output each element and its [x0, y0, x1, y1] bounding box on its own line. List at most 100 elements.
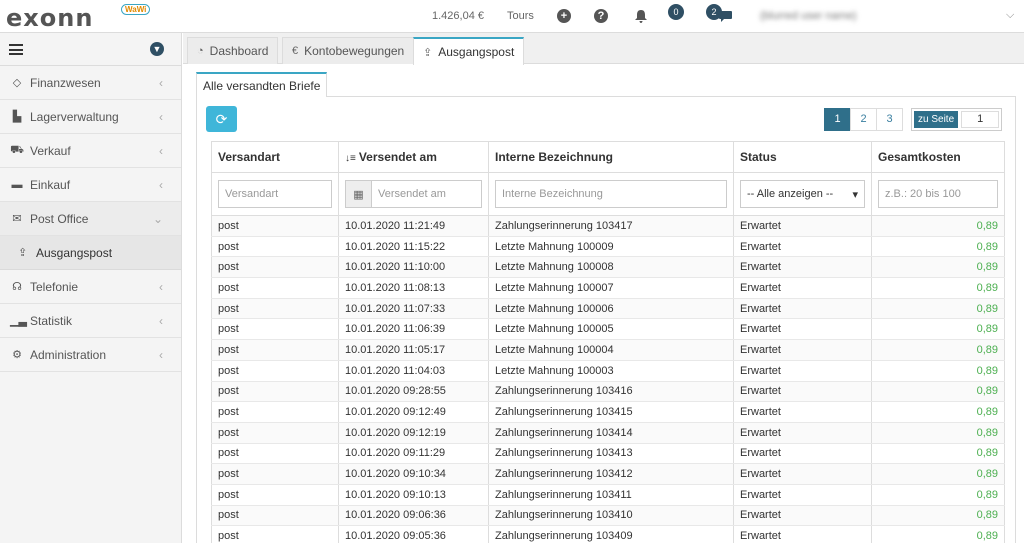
cell-status: Erwartet	[733, 463, 872, 485]
sidebar-item-administration[interactable]: ⚙ Administration ‹	[0, 338, 181, 372]
cell-gesamtkosten: 0,89	[871, 215, 1005, 237]
table-row[interactable]: post 10.01.2020 11:21:49 Zahlungserinnerun…	[211, 215, 1005, 237]
table-row[interactable]: post 10.01.2020 09:06:36 Zahlungserinnerun…	[211, 505, 1005, 527]
exonn-logo[interactable]: exonn WaWi	[6, 4, 151, 30]
tab-dashboard[interactable]: ◔ Dashboard	[187, 37, 279, 64]
chevron-left-icon: ‹	[159, 178, 163, 192]
plus-circle-icon[interactable]: +	[556, 8, 572, 24]
bell-icon[interactable]	[633, 8, 649, 24]
sidebar-item-statistik[interactable]: ▁▃ Statistik ‹	[0, 304, 181, 338]
sidebar-item-telefonie[interactable]: ☊ Telefonie ‹	[0, 270, 181, 304]
filter-bezeichnung-input[interactable]: Interne Bezeichnung	[495, 180, 727, 208]
sidebar-item-einkauf[interactable]: ▬ Einkauf ‹	[0, 168, 181, 202]
cell-status: Erwartet	[733, 277, 872, 299]
col-header-gesamtkosten[interactable]: Gesamtkosten	[871, 141, 1005, 173]
goto-page: zu Seite 1	[911, 108, 1003, 131]
refresh-icon: ⟳	[215, 111, 228, 127]
sidebar-item-lagerverwaltung[interactable]: ▙ Lagerverwaltung ‹	[0, 100, 181, 134]
panel-body: ⟳ 1 2 3 zu Seite 1 Versandart ↓≡ Versende…	[196, 96, 1016, 543]
cell-gesamtkosten: 0,89	[871, 422, 1005, 444]
table-row[interactable]: post 10.01.2020 09:10:13 Zahlungserinnerun…	[211, 484, 1005, 506]
cell-gesamtkosten: 0,89	[871, 236, 1005, 258]
cell-bezeichnung: Zahlungserinnerung 103416	[488, 381, 734, 403]
account-balance[interactable]: 1.426,04 €	[432, 10, 484, 22]
table-row[interactable]: post 10.01.2020 11:04:03 Letzte Mahnung 10…	[211, 360, 1005, 382]
chevron-left-icon: ‹	[159, 314, 163, 328]
table-row[interactable]: post 10.01.2020 11:05:17 Letzte Mahnung 10…	[211, 339, 1005, 361]
tasks-badge[interactable]: 0	[668, 4, 684, 20]
cell-bezeichnung: Letzte Mahnung 100009	[488, 236, 734, 258]
help-circle-icon[interactable]: ?	[593, 8, 609, 24]
cell-bezeichnung: Zahlungserinnerung 103409	[488, 525, 734, 543]
cell-status: Erwartet	[733, 381, 872, 403]
cell-status: Erwartet	[733, 318, 872, 341]
sidebar-item-verkauf[interactable]: ⛟ Verkauf ‹	[0, 134, 181, 168]
chevron-left-icon: ‹	[159, 280, 163, 294]
filter-status-select[interactable]: -- Alle anzeigen -- ▾	[740, 180, 865, 208]
tab-ausgangspost[interactable]: ⇪ Ausgangspost	[413, 37, 525, 65]
chevron-left-icon: ‹	[159, 110, 163, 124]
cell-status: Erwartet	[733, 298, 872, 320]
col-header-versandart[interactable]: Versandart	[211, 141, 339, 173]
table-row[interactable]: post 10.01.2020 11:06:39 Letzte Mahnung 10…	[211, 318, 1005, 341]
page-3-button[interactable]: 3	[876, 108, 903, 131]
refresh-button[interactable]: ⟳	[206, 106, 237, 132]
sidebar-item-finanzwesen[interactable]: ◇ Finanzwesen ‹	[0, 66, 181, 100]
cell-versendet-am: 10.01.2020 11:08:13	[338, 277, 489, 299]
table-row[interactable]: post 10.01.2020 09:12:19 Zahlungserinnerun…	[211, 422, 1005, 444]
sidebar-item-label: Telefonie	[30, 279, 79, 294]
tours-link[interactable]: Tours	[507, 10, 534, 22]
goto-page-button[interactable]: zu Seite	[914, 111, 959, 128]
cell-status: Erwartet	[733, 360, 872, 382]
sidebar-item-post-office[interactable]: ✉ Post Office ⌄	[0, 202, 181, 236]
col-header-status[interactable]: Status	[733, 141, 872, 173]
goto-page-input[interactable]: 1	[961, 111, 1000, 128]
chevron-left-icon: ‹	[159, 144, 163, 158]
headset-icon: ☊	[12, 281, 22, 293]
cell-bezeichnung: Zahlungserinnerung 103414	[488, 422, 734, 444]
page-2-button[interactable]: 2	[850, 108, 877, 131]
table-row[interactable]: post 10.01.2020 09:28:55 Zahlungserinnerun…	[211, 381, 1005, 403]
page-1-button[interactable]: 1	[824, 108, 851, 131]
table-row[interactable]: post 10.01.2020 09:12:49 Zahlungserinnerun…	[211, 401, 1005, 423]
filter-versendet-input[interactable]: ▦ Versendet am	[345, 180, 482, 208]
table-row[interactable]: post 10.01.2020 09:05:36 Zahlungserinnerun…	[211, 525, 1005, 543]
table-header-row: Versandart ↓≡ Versendet am Interne Bezeic…	[211, 141, 1005, 173]
table-row[interactable]: post 10.01.2020 09:11:29 Zahlungserinnerun…	[211, 443, 1005, 465]
cell-versendet-am: 10.01.2020 09:10:13	[338, 484, 489, 506]
cell-versandart: post	[211, 360, 339, 382]
tab-label: Dashboard	[209, 44, 269, 58]
sidebar-header: ▼	[0, 33, 181, 66]
table-row[interactable]: post 10.01.2020 11:07:33 Letzte Mahnung 10…	[211, 298, 1005, 320]
cell-bezeichnung: Zahlungserinnerung 103412	[488, 463, 734, 485]
chat-icon[interactable]	[717, 8, 733, 24]
chevron-left-icon: ‹	[159, 76, 163, 90]
filter-versandart-input[interactable]: Versandart	[218, 180, 332, 208]
sidebar-item-label: Statistik	[30, 313, 73, 328]
table-row[interactable]: post 10.01.2020 11:15:22 Letzte Mahnung 10…	[211, 236, 1005, 258]
cell-versandart: post	[211, 256, 339, 279]
sidebar-subitem-ausgangspost[interactable]: ⇪ Ausgangspost	[0, 236, 181, 270]
table-row[interactable]: post 10.01.2020 11:08:13 Letzte Mahnung 10…	[211, 277, 1005, 299]
cell-bezeichnung: Letzte Mahnung 100008	[488, 256, 734, 279]
circle-arrow-down-icon[interactable]: ▼	[150, 42, 164, 56]
tab-kontobewegungen[interactable]: € Kontobewegungen	[282, 37, 415, 64]
cell-bezeichnung: Letzte Mahnung 100006	[488, 298, 734, 320]
table-row[interactable]: post 10.01.2020 09:10:34 Zahlungserinnerun…	[211, 463, 1005, 485]
subtab-alle-versandten-briefe[interactable]: Alle versandten Briefe	[196, 72, 328, 97]
hamburger-menu-icon[interactable]	[9, 44, 23, 55]
cell-versandart: post	[211, 215, 339, 237]
filter-kosten-input[interactable]: z.B.: 20 bis 100	[878, 180, 998, 208]
chevron-down-icon[interactable]: ⌵	[1006, 9, 1014, 22]
calendar-icon[interactable]: ▦	[346, 181, 372, 207]
cell-versandart: post	[211, 422, 339, 444]
col-header-versendet-am[interactable]: ↓≡ Versendet am	[338, 141, 489, 173]
col-header-interne-bezeichnung[interactable]: Interne Bezeichnung	[488, 141, 734, 173]
euro-icon: €	[292, 45, 299, 57]
user-name[interactable]: (blurred user name)	[760, 10, 990, 22]
cell-versendet-am: 10.01.2020 09:10:34	[338, 463, 489, 485]
logo-badge: WaWi	[121, 4, 151, 15]
letters-table: Versandart ↓≡ Versendet am Interne Bezeic…	[211, 141, 1005, 543]
chevron-down-icon: ⌄	[152, 212, 163, 226]
table-row[interactable]: post 10.01.2020 11:10:00 Letzte Mahnung 10…	[211, 256, 1005, 279]
